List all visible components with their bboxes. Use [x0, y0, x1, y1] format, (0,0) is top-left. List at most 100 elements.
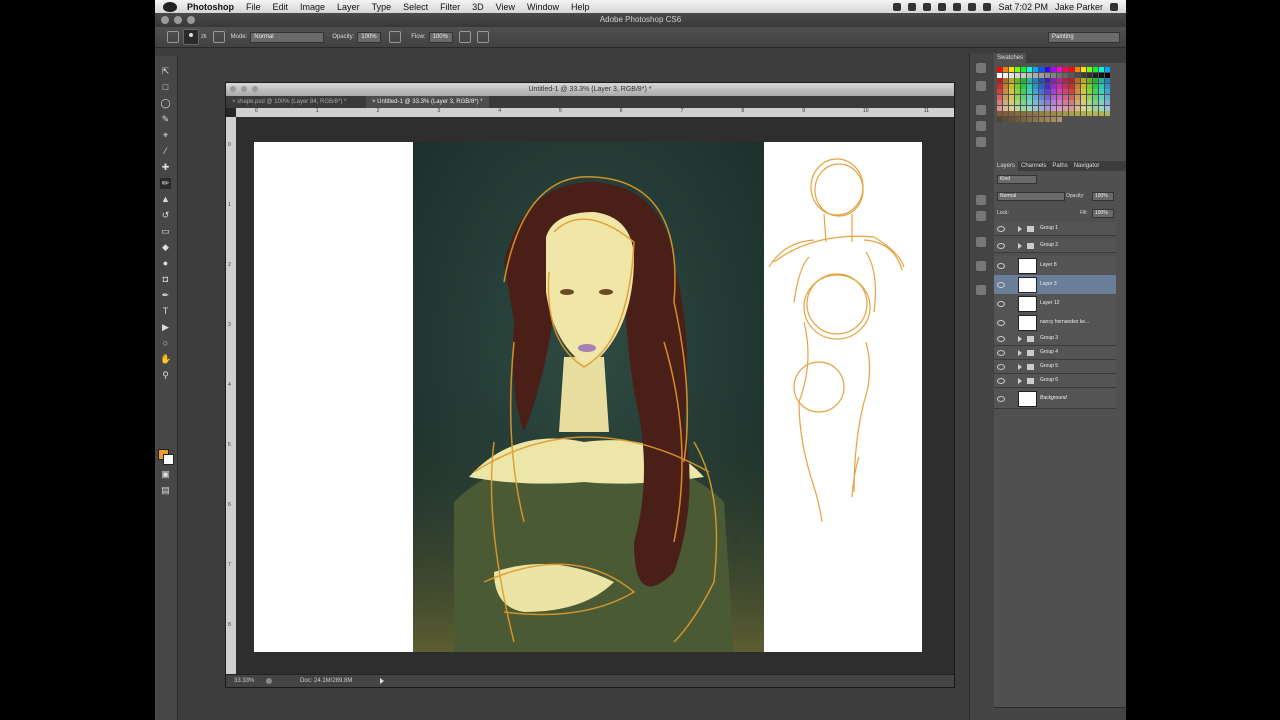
swatch-cell[interactable] — [1039, 72, 1044, 78]
swatch-cell[interactable] — [1015, 83, 1020, 89]
swatch-cell[interactable] — [1081, 67, 1086, 72]
tab-layers[interactable]: Layers — [994, 161, 1019, 171]
swatch-cell[interactable] — [1027, 116, 1032, 122]
tab-navigator[interactable]: Navigator — [1071, 161, 1103, 171]
swatch-cell[interactable] — [1027, 83, 1032, 89]
swatch-cell[interactable] — [1099, 72, 1104, 78]
layer-row[interactable]: Layer 8 — [994, 256, 1116, 276]
swatch-cell[interactable] — [1039, 116, 1044, 122]
shape-tool-icon[interactable]: ○ — [160, 338, 171, 349]
swatch-cell[interactable] — [1105, 89, 1110, 94]
swatch-cell[interactable] — [1075, 83, 1080, 89]
airbrush-icon[interactable] — [458, 31, 471, 43]
menu-type[interactable]: Type — [372, 2, 392, 12]
swatch-cell[interactable] — [1087, 105, 1092, 111]
layer-row[interactable]: Group 6 — [994, 374, 1116, 388]
swatch-cell[interactable] — [1087, 89, 1092, 94]
swatch-cell[interactable] — [1081, 100, 1086, 105]
swatch-cell[interactable] — [1009, 94, 1014, 100]
menu-filter[interactable]: Filter — [440, 2, 460, 12]
swatch-cell[interactable] — [1069, 72, 1074, 78]
swatch-cell[interactable] — [997, 111, 1002, 116]
layer-row[interactable]: Background — [994, 389, 1116, 409]
swatch-cell[interactable] — [1087, 72, 1092, 78]
tab-untitled-1[interactable]: × Untitled-1 @ 33.3% (Layer 3, RGB/8*) * — [366, 96, 489, 108]
swatch-cell[interactable] — [1099, 94, 1104, 100]
swatch-cell[interactable] — [1045, 78, 1050, 83]
swatch-cell[interactable] — [997, 105, 1002, 111]
expanded-arrow-icon[interactable] — [1018, 243, 1022, 249]
type-tool-icon[interactable]: T — [160, 306, 171, 317]
menu-file[interactable]: File — [246, 2, 261, 12]
swatch-cell[interactable] — [1075, 111, 1080, 116]
swatch-cell[interactable] — [1093, 105, 1098, 111]
swatch-cell[interactable] — [1027, 72, 1032, 78]
swatch-cell[interactable] — [1021, 72, 1026, 78]
wifi-icon[interactable] — [968, 2, 977, 11]
swatch-cell[interactable] — [1027, 94, 1032, 100]
swatch-cell[interactable] — [1021, 100, 1026, 105]
swatch-cell[interactable] — [1105, 67, 1110, 72]
swatch-cell[interactable] — [1033, 100, 1038, 105]
app-status-icon[interactable] — [893, 2, 902, 11]
swatch-cell[interactable] — [1027, 100, 1032, 105]
swatch-cell[interactable] — [1099, 111, 1104, 116]
brush-tool-preset-icon[interactable] — [167, 31, 179, 43]
swatch-cell[interactable] — [1033, 67, 1038, 72]
swatch-cell[interactable] — [1105, 94, 1110, 100]
swatch-cell[interactable] — [1063, 78, 1068, 83]
swatch-cell[interactable] — [1039, 78, 1044, 83]
swatch-cell[interactable] — [1003, 89, 1008, 94]
swatch-cell[interactable] — [1087, 111, 1092, 116]
screen-mode-icon[interactable]: ▤ — [160, 485, 171, 496]
swatch-cell[interactable] — [1009, 67, 1014, 72]
swatch-cell[interactable] — [1063, 72, 1068, 78]
swatch-cell[interactable] — [1069, 105, 1074, 111]
swatch-cell[interactable] — [997, 83, 1002, 89]
swatch-cell[interactable] — [1057, 72, 1062, 78]
swatch-cell[interactable] — [1015, 67, 1020, 72]
swatch-cell[interactable] — [1075, 100, 1080, 105]
collapsed-arrow-icon[interactable] — [1018, 364, 1022, 370]
swatch-cell[interactable] — [997, 116, 1002, 122]
swatch-cell[interactable] — [1033, 116, 1038, 122]
swatch-cell[interactable] — [1069, 67, 1074, 72]
swatch-cell[interactable] — [1009, 78, 1014, 83]
swatch-cell[interactable] — [1051, 72, 1056, 78]
layer-row[interactable]: Group 4 — [994, 346, 1116, 360]
swatch-cell[interactable] — [1003, 100, 1008, 105]
swatch-cell[interactable] — [1051, 100, 1056, 105]
swatch-cell[interactable] — [1045, 111, 1050, 116]
swatch-cell[interactable] — [1003, 83, 1008, 89]
swatch-cell[interactable] — [1033, 72, 1038, 78]
swatch-cell[interactable] — [997, 78, 1002, 83]
user-name[interactable]: Jake Parker — [1055, 2, 1103, 12]
swatch-cell[interactable] — [1045, 94, 1050, 100]
swatch-cell[interactable] — [1021, 89, 1026, 94]
swatch-cell[interactable] — [1009, 89, 1014, 94]
layer-row[interactable]: Group 5 — [994, 360, 1116, 374]
swatch-cell[interactable] — [1039, 105, 1044, 111]
visibility-eye-icon[interactable] — [997, 226, 1005, 232]
swatch-cell[interactable] — [1093, 67, 1098, 72]
swatch-cell[interactable] — [1021, 94, 1026, 100]
crop-tool-icon[interactable]: ⌖ — [160, 130, 171, 141]
dodge-tool-icon[interactable]: ◘ — [160, 274, 171, 285]
visibility-eye-icon[interactable] — [997, 282, 1005, 288]
swatch-cell[interactable] — [1015, 100, 1020, 105]
zoom-window-button[interactable] — [187, 16, 195, 24]
minimize-window-button[interactable] — [174, 16, 182, 24]
swatch-cell[interactable] — [1087, 94, 1092, 100]
move-tool-icon[interactable]: ⇱ — [160, 66, 171, 77]
status-menu-arrow-icon[interactable] — [380, 678, 384, 684]
swatch-cell[interactable] — [1003, 78, 1008, 83]
swatch-cell[interactable] — [997, 72, 1002, 78]
visibility-eye-icon[interactable] — [997, 320, 1005, 326]
swatch-cell[interactable] — [1027, 67, 1032, 72]
swatch-cell[interactable] — [1093, 72, 1098, 78]
swatch-cell[interactable] — [1051, 89, 1056, 94]
tab-swatches[interactable]: Swatches — [994, 53, 1027, 63]
layer-opacity-field[interactable]: 100% — [1092, 192, 1114, 201]
swatch-cell[interactable] — [1057, 94, 1062, 100]
swatch-cell[interactable] — [1045, 72, 1050, 78]
